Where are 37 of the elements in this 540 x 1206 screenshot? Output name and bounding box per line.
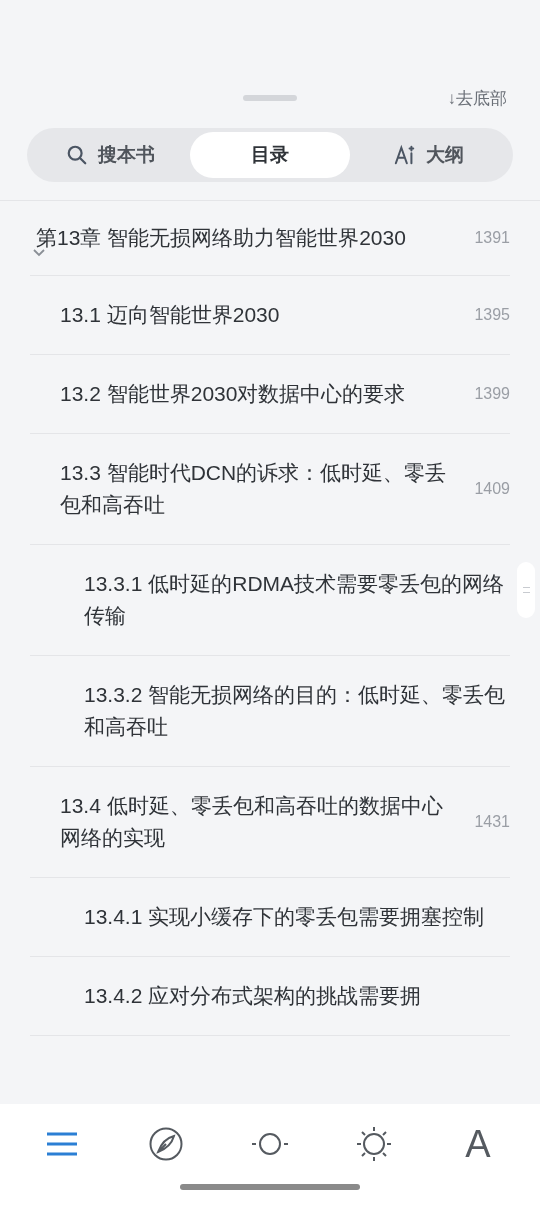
toc-title: 13.4.1 实现小缓存下的零丢包需要拥塞控制	[84, 904, 486, 930]
toc-entry[interactable]: 13.4.2 应对分布式架构的挑战需要拥	[0, 957, 510, 1035]
page-number: 1431	[473, 812, 510, 832]
toc-title: 13.3.1 低时延的RDMA技术需要零丢包的网络传输	[84, 571, 506, 629]
scroll-handle[interactable]	[517, 562, 535, 618]
toc-title: 13.3 智能时代DCN的诉求：低时延、零丢包和高吞吐	[60, 460, 448, 518]
toc-entry[interactable]: 13.3.2 智能无损网络的目的：低时延、零丢包和高吞吐	[0, 656, 510, 766]
page-number: 1399	[473, 384, 510, 404]
toc-title: 13.1 迈向智能世界2030	[60, 302, 281, 328]
toc-title: 13.3.2 智能无损网络的目的：低时延、零丢包和高吞吐	[84, 682, 507, 740]
tab[interactable]: 目录	[190, 132, 350, 178]
compass-icon[interactable]	[149, 1127, 183, 1161]
dim-sun-icon[interactable]	[252, 1132, 288, 1156]
page-number: 1409	[473, 479, 510, 499]
chevron-down-icon[interactable]	[32, 248, 46, 258]
toc-entry[interactable]: 13.3.1 低时延的RDMA技术需要零丢包的网络传输	[0, 545, 510, 655]
toc-entry[interactable]: 13.4.1 实现小缓存下的零丢包需要拥塞控制	[0, 878, 510, 956]
go-to-bottom-link[interactable]: ↓去底部	[447, 86, 507, 112]
sparkle-letter-icon	[394, 144, 417, 166]
tab[interactable]: 大纲	[349, 132, 509, 178]
toc-title: 13.4.2 应对分布式架构的挑战需要拥	[84, 983, 423, 1009]
search-icon	[66, 144, 89, 166]
toc-entry[interactable]: 13.4 低时延、零丢包和高吞吐的数据中心网络的实现 1431	[0, 767, 510, 877]
toc-entry[interactable]: 13.2 智能世界2030对数据中心的要求 1399	[0, 355, 510, 433]
sun-icon[interactable]	[356, 1126, 392, 1162]
font-size-button[interactable]: A	[461, 1125, 495, 1163]
page-number: 1391	[473, 228, 510, 248]
drag-handle[interactable]	[243, 95, 297, 101]
menu-icon[interactable]	[47, 1132, 77, 1156]
tab[interactable]: 搜本书	[31, 132, 191, 178]
toc-entry[interactable]: 13.3 智能时代DCN的诉求：低时延、零丢包和高吞吐 1409	[0, 434, 510, 544]
toc-entry[interactable]: 第13章 智能无损网络助力智能世界2030 1391	[0, 201, 510, 275]
toc-title: 13.4 低时延、零丢包和高吞吐的数据中心网络的实现	[60, 793, 444, 851]
toc-entry[interactable]: 13.1 迈向智能世界2030 1395	[0, 276, 510, 354]
toc-title: 13.2 智能世界2030对数据中心的要求	[60, 381, 407, 407]
page-number: 1395	[473, 305, 510, 325]
toc-title: 第13章 智能无损网络助力智能世界2030	[36, 225, 407, 251]
